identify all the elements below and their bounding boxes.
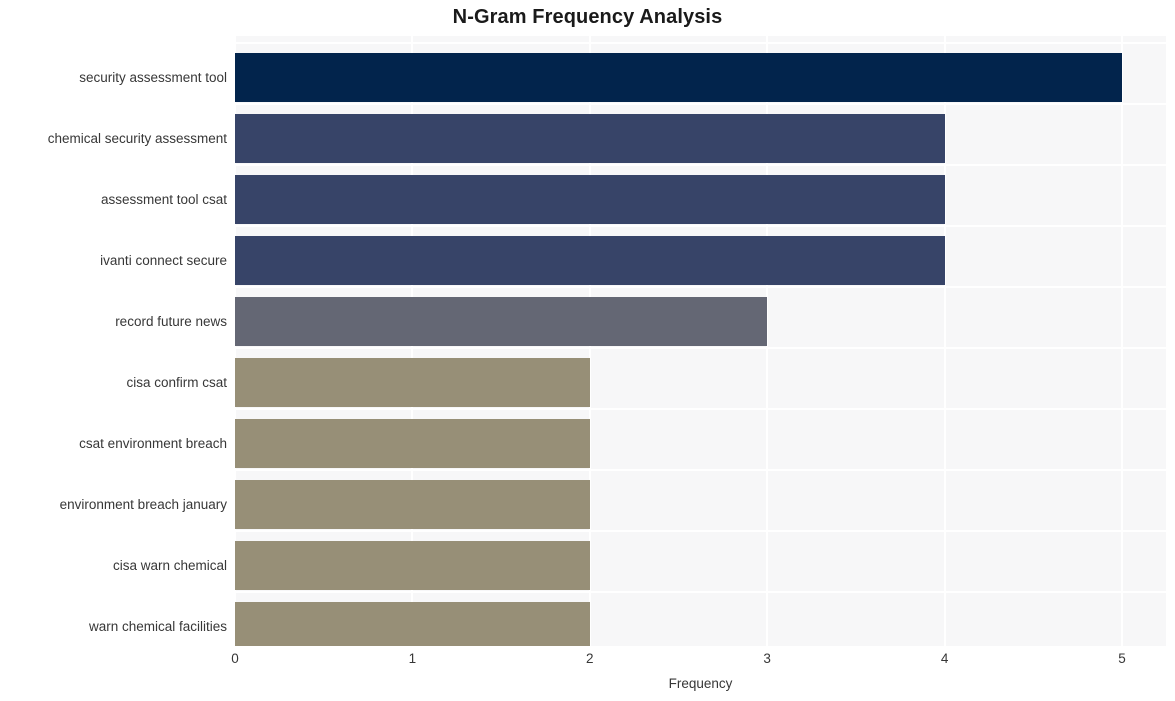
y-axis-tick-label: chemical security assessment <box>47 130 227 146</box>
x-axis-tick-label: 4 <box>940 651 949 666</box>
x-axis-tick-label: 3 <box>763 651 771 666</box>
y-axis-tick-label: record future news <box>115 313 227 329</box>
bar[interactable] <box>235 53 1122 102</box>
gridline-horizontal <box>235 347 1166 349</box>
gridline-horizontal <box>235 530 1166 532</box>
gridline-horizontal <box>235 469 1166 471</box>
bar[interactable] <box>235 358 590 407</box>
gridline-vertical <box>1121 36 1123 646</box>
bar[interactable] <box>235 602 590 646</box>
gridline-horizontal <box>235 286 1166 288</box>
chart-figure: N-Gram Frequency Analysis security asses… <box>0 0 1175 701</box>
bar[interactable] <box>235 114 945 163</box>
gridline-horizontal <box>235 225 1166 227</box>
x-axis-tick-label: 2 <box>586 651 594 666</box>
y-axis-tick-label: cisa confirm csat <box>126 374 227 390</box>
x-axis-tick-label: 1 <box>408 651 417 666</box>
y-axis-tick-labels: security assessment tool chemical securit… <box>0 0 227 701</box>
gridline-horizontal <box>235 164 1166 166</box>
y-axis-tick-label: security assessment tool <box>79 69 227 85</box>
bar[interactable] <box>235 419 590 468</box>
bar[interactable] <box>235 297 768 346</box>
x-axis-title: Frequency <box>668 676 733 691</box>
bar[interactable] <box>235 236 945 285</box>
bar[interactable] <box>235 541 590 590</box>
x-axis-tick-label: 5 <box>1118 651 1126 666</box>
y-axis-tick-label: warn chemical facilities <box>88 618 227 634</box>
x-axis-tick-label: 0 <box>231 651 239 666</box>
y-axis-tick-label: environment breach january <box>59 496 227 512</box>
gridline-horizontal <box>235 103 1166 105</box>
gridline-horizontal <box>235 408 1166 410</box>
y-axis-tick-label: csat environment breach <box>79 435 227 451</box>
gridline-horizontal <box>235 591 1166 593</box>
y-axis-tick-label: ivanti connect secure <box>100 252 227 268</box>
bar[interactable] <box>235 175 945 224</box>
plot-area <box>235 36 1166 646</box>
bar[interactable] <box>235 480 590 529</box>
y-axis-tick-label: assessment tool csat <box>100 191 227 207</box>
gridline-horizontal <box>235 42 1166 44</box>
y-axis-tick-label: cisa warn chemical <box>112 557 227 573</box>
